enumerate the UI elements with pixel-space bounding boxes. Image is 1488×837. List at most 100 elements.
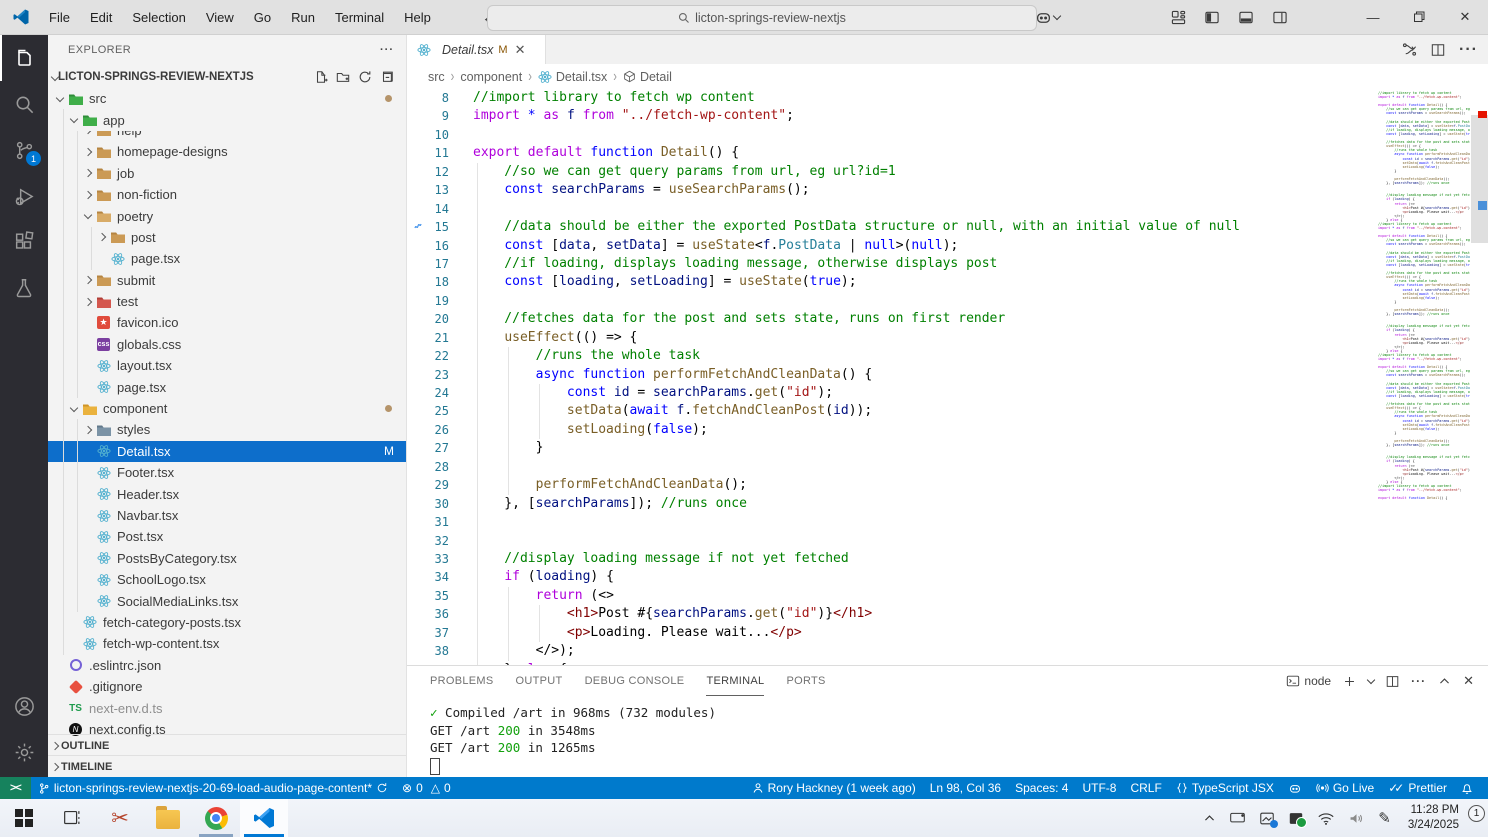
menu-terminal[interactable]: Terminal bbox=[326, 6, 393, 29]
line-number[interactable]: 33 bbox=[407, 550, 473, 568]
wifi-tray-icon[interactable] bbox=[1317, 811, 1335, 826]
terminal-dropdown-icon[interactable] bbox=[1367, 676, 1375, 684]
line-number[interactable]: 25 bbox=[407, 402, 473, 420]
folder-test[interactable]: test bbox=[48, 291, 406, 312]
file-explorer-button[interactable] bbox=[144, 799, 192, 837]
task-view-button[interactable] bbox=[48, 799, 96, 837]
file-.eslintrc.json[interactable]: .eslintrc.json bbox=[48, 655, 406, 676]
status-rory-hackney-1-week-ago-[interactable]: Rory Hackney (1 week ago) bbox=[745, 777, 923, 799]
file-footer.tsx[interactable]: Footer.tsx bbox=[48, 462, 406, 483]
panel-tab-output[interactable]: OUTPUT bbox=[516, 666, 563, 696]
panel-tab-problems[interactable]: PROBLEMS bbox=[430, 666, 494, 696]
status-utf-8[interactable]: UTF-8 bbox=[1075, 777, 1123, 799]
status-bell[interactable] bbox=[1454, 777, 1480, 799]
settings-gear-icon[interactable] bbox=[0, 729, 48, 775]
menu-selection[interactable]: Selection bbox=[123, 6, 194, 29]
new-terminal-icon[interactable] bbox=[1343, 675, 1356, 688]
breadcrumb-detail-tsx[interactable]: Detail.tsx bbox=[538, 70, 607, 84]
status-go-live[interactable]: Go Live bbox=[1309, 777, 1381, 799]
line-number[interactable]: 36 bbox=[407, 605, 473, 623]
status-typescript-jsx[interactable]: TypeScript JSX bbox=[1169, 777, 1281, 799]
folder-homepage-designs[interactable]: homepage-designs bbox=[48, 141, 406, 162]
menu-help[interactable]: Help bbox=[395, 6, 440, 29]
file-post.tsx[interactable]: Post.tsx bbox=[48, 526, 406, 547]
split-terminal-icon[interactable] bbox=[1386, 675, 1399, 688]
status-crlf[interactable]: CRLF bbox=[1123, 777, 1168, 799]
folder-component[interactable]: component bbox=[48, 398, 406, 419]
file-favicon.ico[interactable]: ★favicon.ico bbox=[48, 312, 406, 333]
folder-poetry[interactable]: poetry bbox=[48, 205, 406, 226]
project-root-header[interactable]: LICTON-SPRINGS-REVIEW-NEXTJS bbox=[48, 65, 406, 88]
vscode-taskbar-button[interactable] bbox=[240, 799, 288, 837]
tray-expand-icon[interactable] bbox=[1203, 812, 1216, 825]
breadcrumb-component[interactable]: component bbox=[460, 70, 522, 84]
chrome-button[interactable] bbox=[192, 799, 240, 837]
minimap[interactable]: //import library to fetch wp contentimpo… bbox=[1378, 91, 1470, 665]
start-button[interactable] bbox=[0, 799, 48, 837]
line-number[interactable]: 20 bbox=[407, 310, 473, 328]
photos-tray-icon[interactable] bbox=[1259, 811, 1275, 826]
status-spaces-4[interactable]: Spaces: 4 bbox=[1008, 777, 1075, 799]
file-page.tsx[interactable]: page.tsx bbox=[48, 376, 406, 397]
toggle-secondary-sidebar-icon[interactable] bbox=[1272, 10, 1288, 25]
file-globals.css[interactable]: cssglobals.css bbox=[48, 334, 406, 355]
file-navbar.tsx[interactable]: Navbar.tsx bbox=[48, 505, 406, 526]
panel-tab-ports[interactable]: PORTS bbox=[786, 666, 825, 696]
file-schoollogo.tsx[interactable]: SchoolLogo.tsx bbox=[48, 569, 406, 590]
split-editor-icon[interactable] bbox=[1431, 43, 1445, 57]
breadcrumb-detail[interactable]: Detail bbox=[623, 70, 672, 84]
maximize-panel-icon[interactable] bbox=[1438, 675, 1451, 688]
timeline-section[interactable]: TIMELINE bbox=[48, 755, 406, 777]
line-number[interactable]: 23 bbox=[407, 366, 473, 384]
extensions-activity-icon[interactable] bbox=[0, 219, 48, 265]
line-number[interactable]: 28 bbox=[407, 458, 473, 476]
outline-section[interactable]: OUTLINE bbox=[48, 734, 406, 756]
file-fetch-category-posts.tsx[interactable]: fetch-category-posts.tsx bbox=[48, 612, 406, 633]
new-file-icon[interactable] bbox=[314, 70, 328, 84]
close-panel-icon[interactable]: ✕ bbox=[1463, 673, 1474, 689]
remote-indicator[interactable]: >< bbox=[0, 777, 31, 799]
line-number[interactable]: 29 bbox=[407, 476, 473, 494]
file-detail.tsx[interactable]: Detail.tsxM bbox=[48, 441, 406, 462]
folder-job[interactable]: job bbox=[48, 163, 406, 184]
status-ln-98-col-36[interactable]: Ln 98, Col 36 bbox=[923, 777, 1008, 799]
line-number[interactable]: 18 bbox=[407, 273, 473, 291]
snipping-tool-button[interactable]: ✂ bbox=[96, 799, 144, 837]
line-number[interactable]: 13 bbox=[407, 181, 473, 199]
file-next-env.d.ts[interactable]: TSnext-env.d.ts bbox=[48, 697, 406, 718]
search-activity-icon[interactable] bbox=[0, 81, 48, 127]
folder-src[interactable]: src bbox=[48, 88, 406, 109]
file-.gitignore[interactable]: .gitignore bbox=[48, 676, 406, 697]
line-number[interactable]: 30 bbox=[407, 495, 473, 513]
testing-activity-icon[interactable] bbox=[0, 265, 48, 311]
volume-tray-icon[interactable] bbox=[1348, 811, 1365, 826]
taskbar-clock[interactable]: 11:28 PM 3/24/2025 bbox=[1408, 803, 1459, 833]
line-number[interactable]: 22 bbox=[407, 347, 473, 365]
line-number[interactable]: 26 bbox=[407, 421, 473, 439]
line-number[interactable]: 8 bbox=[407, 89, 473, 107]
explorer-activity-icon[interactable] bbox=[0, 35, 48, 81]
line-number[interactable]: 12 bbox=[407, 163, 473, 181]
menu-go[interactable]: Go bbox=[245, 6, 280, 29]
line-number[interactable]: 27 bbox=[407, 439, 473, 457]
editor-more-actions-icon[interactable]: ··· bbox=[1459, 41, 1478, 59]
menu-view[interactable]: View bbox=[197, 6, 243, 29]
file-socialmedialinks.tsx[interactable]: SocialMediaLinks.tsx bbox=[48, 590, 406, 611]
line-number[interactable]: 24 bbox=[407, 384, 473, 402]
run-debug-activity-icon[interactable] bbox=[0, 173, 48, 219]
collapse-all-icon[interactable] bbox=[380, 70, 394, 84]
new-folder-icon[interactable] bbox=[336, 70, 350, 84]
code-editor[interactable]: 8910111213141516171819202122232425262728… bbox=[407, 89, 1488, 665]
folder-post[interactable]: post bbox=[48, 227, 406, 248]
line-number[interactable]: 9 bbox=[407, 107, 473, 125]
line-number[interactable]: 37 bbox=[407, 624, 473, 642]
terminal-shell-item[interactable]: node bbox=[1286, 674, 1331, 688]
line-number[interactable]: 21 bbox=[407, 329, 473, 347]
panel-tab-debug-console[interactable]: DEBUG CONSOLE bbox=[585, 666, 685, 696]
line-number[interactable]: 38 bbox=[407, 642, 473, 660]
folder-non-fiction[interactable]: non-fiction bbox=[48, 184, 406, 205]
toggle-panel-icon[interactable] bbox=[1238, 10, 1254, 25]
folder-submit[interactable]: submit bbox=[48, 270, 406, 291]
copilot-menu[interactable] bbox=[1035, 9, 1060, 26]
line-number[interactable]: 11 bbox=[407, 144, 473, 162]
